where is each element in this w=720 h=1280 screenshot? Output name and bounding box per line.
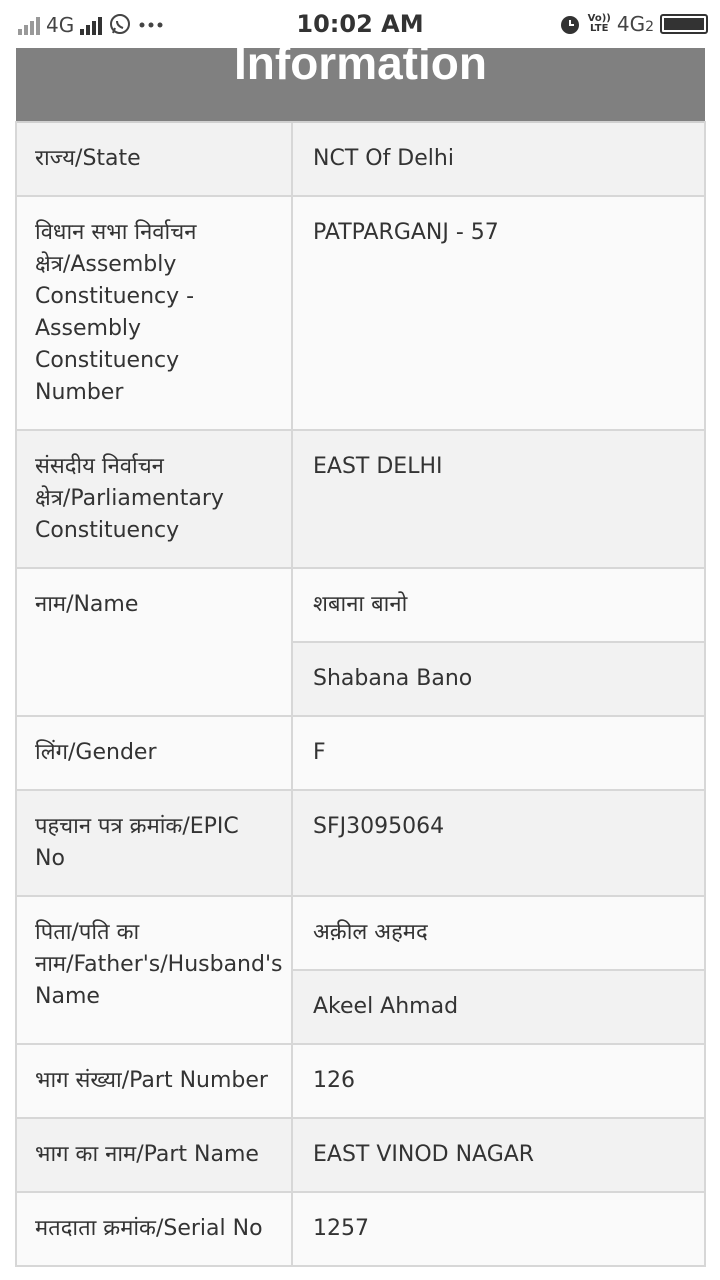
row-label: पिता/पति का नाम/Father's/Husband's Name bbox=[17, 897, 293, 1043]
row-label: विधान सभा निर्वाचन क्षेत्र/Assembly Cons… bbox=[17, 197, 293, 429]
row-value-english: Shabana Bano bbox=[293, 641, 704, 715]
row-label: भाग का नाम/Part Name bbox=[17, 1119, 293, 1191]
row-value: EAST VINOD NAGAR bbox=[313, 1142, 535, 1167]
row-value: EAST DELHI bbox=[313, 454, 443, 479]
table-row-part-name: भाग का नाम/Part Name EAST VINOD NAGAR bbox=[17, 1117, 704, 1191]
row-value-group: अक़ील अहमद Akeel Ahmad bbox=[293, 897, 704, 1043]
page-title: Information bbox=[234, 48, 487, 89]
sim-number: 2 bbox=[645, 19, 654, 35]
table-row-name: नाम/Name शबाना बानो Shabana Bano bbox=[17, 567, 704, 715]
row-value: PATPARGANJ - 57 bbox=[313, 220, 499, 245]
battery-icon bbox=[660, 14, 708, 34]
row-value-group: शबाना बानो Shabana Bano bbox=[293, 569, 704, 715]
table-row-parliamentary: संसदीय निर्वाचन क्षेत्र/Parliamentary Co… bbox=[17, 429, 704, 567]
row-value-local: अक़ील अहमद bbox=[293, 897, 704, 969]
row-value: 126 bbox=[313, 1068, 355, 1093]
status-right: Vo)) LTE 4G2 bbox=[558, 11, 708, 37]
volte-icon: Vo)) LTE bbox=[588, 14, 611, 34]
table-row-gender: लिंग/Gender F bbox=[17, 715, 704, 789]
row-value: F bbox=[313, 740, 326, 765]
voter-info-table: राज्य/State NCT Of Delhi विधान सभा निर्व… bbox=[15, 121, 706, 1267]
row-label: लिंग/Gender bbox=[17, 717, 293, 789]
row-value-local: शबाना बानो bbox=[293, 569, 704, 641]
status-bar: 4G 10:02 AM Vo)) LTE 4G2 bbox=[0, 0, 720, 48]
row-value-english: Akeel Ahmad bbox=[293, 969, 704, 1043]
info-header: Information bbox=[16, 48, 705, 121]
row-value: SFJ3095064 bbox=[313, 814, 445, 839]
table-row-serial: मतदाता क्रमांक/Serial No 1257 bbox=[17, 1191, 704, 1265]
volte-line2: LTE bbox=[590, 23, 609, 34]
table-row-part-number: भाग संख्या/Part Number 126 bbox=[17, 1043, 704, 1117]
row-label: संसदीय निर्वाचन क्षेत्र/Parliamentary Co… bbox=[17, 431, 293, 567]
row-value: 1257 bbox=[313, 1216, 369, 1241]
row-label: पहचान पत्र क्रमांक/EPIC No bbox=[17, 791, 293, 895]
network-type-2: 4G2 bbox=[617, 12, 654, 36]
table-row-assembly: विधान सभा निर्वाचन क्षेत्र/Assembly Cons… bbox=[17, 195, 704, 429]
table-row-relative-name: पिता/पति का नाम/Father's/Husband's Name … bbox=[17, 895, 704, 1043]
table-row-state: राज्य/State NCT Of Delhi bbox=[17, 121, 704, 195]
row-value: NCT Of Delhi bbox=[313, 146, 454, 171]
row-label: राज्य/State bbox=[17, 123, 293, 195]
alarm-icon bbox=[560, 16, 579, 34]
row-label: भाग संख्या/Part Number bbox=[17, 1045, 293, 1117]
table-row-epic: पहचान पत्र क्रमांक/EPIC No SFJ3095064 bbox=[17, 789, 704, 895]
network-type-2-label: 4G bbox=[616, 12, 646, 36]
row-label: नाम/Name bbox=[17, 569, 293, 715]
row-label: मतदाता क्रमांक/Serial No bbox=[17, 1193, 293, 1265]
